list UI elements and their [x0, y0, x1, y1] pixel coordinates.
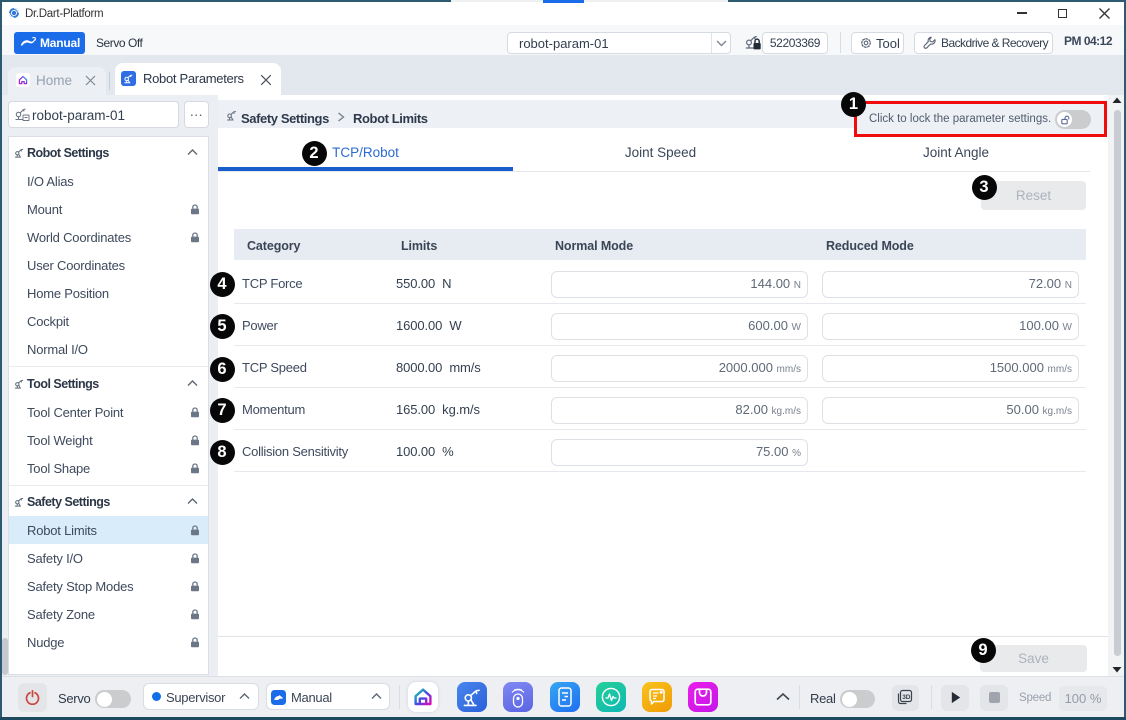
svg-text:3D: 3D [902, 694, 911, 701]
